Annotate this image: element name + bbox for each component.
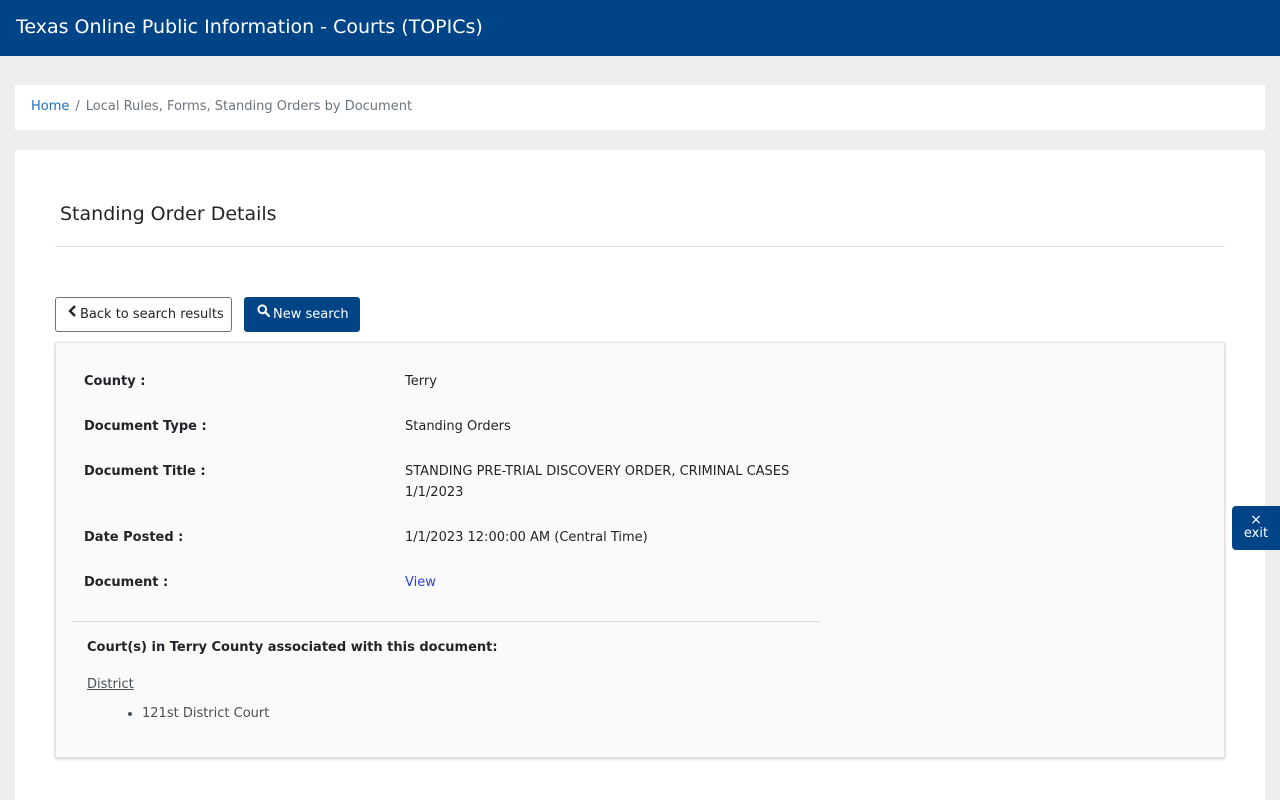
county-label: County : [84,374,146,389]
document-type-label: Document Type : [84,419,207,434]
document-type-value: Standing Orders [405,419,511,434]
chevron-left-icon [68,297,77,330]
close-icon: × [1250,512,1262,528]
list-item: 121st District Court [142,704,269,724]
exit-button[interactable]: × exit [1232,506,1280,550]
document-details-panel: County : Terry Document Type : Standing … [55,342,1225,758]
details-divider [72,621,820,622]
associated-courts-heading: Court(s) in Terry County associated with… [87,640,498,655]
new-search-button[interactable]: New search [244,297,360,332]
top-header-bar: Texas Online Public Information - Courts… [0,0,1280,56]
document-title-value: STANDING PRE-TRIAL DISCOVERY ORDER, CRIM… [405,464,790,500]
document-title-label: Document Title : [84,464,206,479]
main-card: Standing Order Details Back to search re… [15,150,1265,800]
page-title: Standing Order Details [60,203,277,225]
back-to-search-results-button[interactable]: Back to search results [55,297,232,332]
breadcrumb: Home / Local Rules, Forms, Standing Orders… [31,98,412,116]
new-search-label: New search [273,307,349,322]
site-title: Texas Online Public Information - Courts… [16,16,483,38]
view-document-link[interactable]: View [405,575,436,590]
date-posted-label: Date Posted : [84,530,184,545]
back-button-label: Back to search results [80,307,224,322]
breadcrumb-current: Local Rules, Forms, Standing Orders by D… [85,99,413,114]
exit-label: exit [1243,526,1269,541]
search-icon [257,297,271,330]
title-divider [55,246,1225,247]
document-value: View [405,572,825,593]
date-posted-value: 1/1/2023 12:00:00 AM (Central Time) [405,530,648,545]
breadcrumb-home-link[interactable]: Home [31,99,69,114]
county-value: Terry [405,374,437,389]
court-list: 121st District Court [142,704,269,724]
document-label: Document : [84,575,169,590]
breadcrumb-separator: / [75,99,80,114]
court-type-district: District [87,677,134,692]
breadcrumb-bar: Home / Local Rules, Forms, Standing Orders… [15,85,1265,130]
